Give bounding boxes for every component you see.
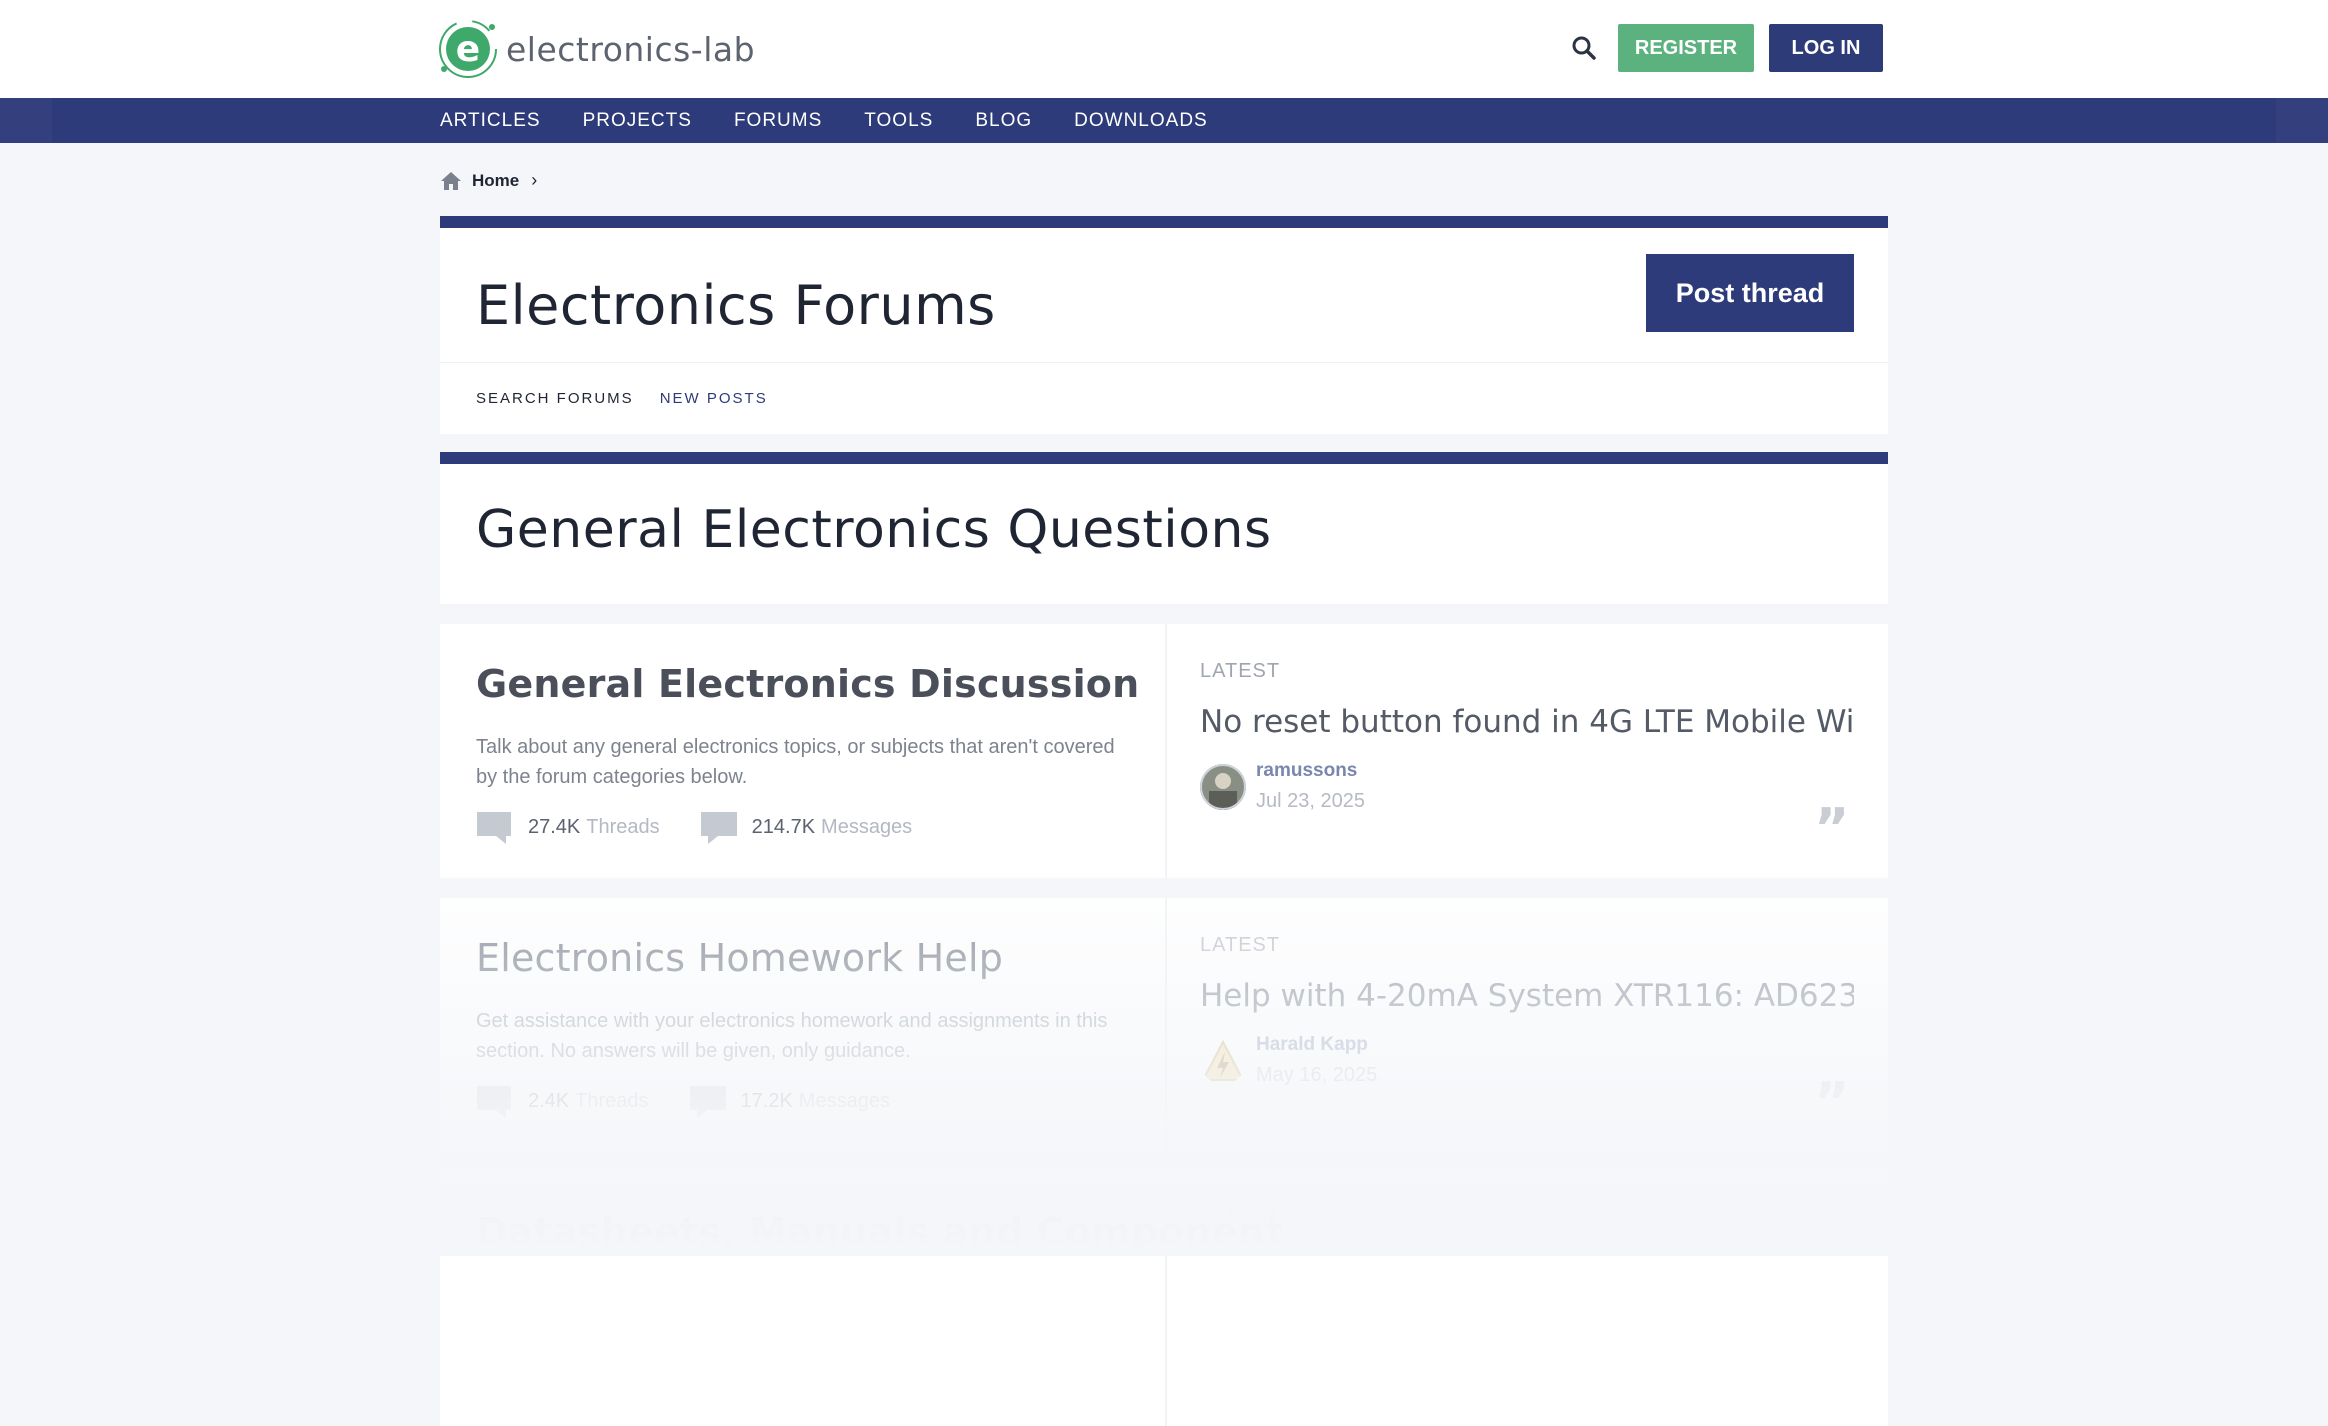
- forum-title[interactable]: General Electronics Discussion: [476, 662, 1139, 706]
- chevron-right-icon: ›: [531, 170, 538, 190]
- latest-label: LATEST: [1200, 1206, 1281, 1228]
- nav-blog[interactable]: BLOG: [975, 110, 1032, 132]
- logo-mark-icon: e: [438, 17, 502, 81]
- latest-thread-link[interactable]: No reset button found in 4G LTE Mobile W…: [1200, 704, 1854, 740]
- messages-icon: [689, 1086, 726, 1118]
- card-accent-bar: [440, 216, 1888, 228]
- search-button[interactable]: [1566, 30, 1602, 66]
- avatar[interactable]: [1200, 764, 1246, 810]
- divider: [440, 362, 1888, 363]
- site-logo[interactable]: e electronics-lab: [438, 16, 755, 82]
- latest-label: LATEST: [1200, 934, 1281, 956]
- quote-icon: ”: [1814, 1071, 1850, 1134]
- search-icon: [1572, 36, 1596, 60]
- svg-text:e: e: [456, 29, 480, 70]
- forum-stats: 27.4K Threads 214.7K Messages: [476, 808, 952, 846]
- forum-row[interactable]: General Electronics Discussion Talk abou…: [440, 624, 1888, 878]
- row-divider: [1165, 624, 1167, 878]
- nav-projects[interactable]: PROJECTS: [583, 110, 692, 132]
- nav-left-shade: [0, 98, 52, 143]
- post-thread-button[interactable]: Post thread: [1646, 254, 1854, 332]
- threads-icon: [477, 1086, 511, 1118]
- forum-row[interactable]: Electronics Homework Help Get assistance…: [440, 898, 1888, 1152]
- row-divider: [1165, 898, 1167, 1152]
- breadcrumb-home[interactable]: Home: [472, 171, 519, 191]
- register-button[interactable]: REGISTER: [1618, 24, 1754, 72]
- messages-label: Messages: [798, 1089, 890, 1112]
- threads-stat: 27.4K Threads: [476, 808, 660, 846]
- latest-thread-link[interactable]: Help with 4-20mA System XTR116: AD623 Of…: [1200, 978, 1854, 1014]
- threads-count: 2.4K: [528, 1089, 570, 1112]
- nav-articles[interactable]: ARTICLES: [440, 110, 541, 132]
- login-button[interactable]: LOG IN: [1769, 24, 1883, 72]
- forum-title[interactable]: Datasheets, Manuals and Component: [476, 1210, 1283, 1254]
- nav-items: ARTICLES PROJECTS FORUMS TOOLS BLOG DOWN…: [440, 98, 1250, 143]
- category-title: General Electronics Questions: [476, 500, 1272, 560]
- home-icon: [441, 171, 461, 190]
- latest-user-link[interactable]: Harald Kapp: [1256, 1034, 1368, 1056]
- latest-date: Jul 23, 2025: [1256, 790, 1365, 812]
- forum-stats: 2.4K Threads 17.2K Messages: [476, 1082, 930, 1120]
- messages-stat: 17.2K Messages: [689, 1082, 890, 1120]
- messages-icon: [700, 812, 737, 844]
- messages-label: Messages: [821, 815, 913, 838]
- forum-description: Get assistance with your electronics hom…: [476, 1010, 1108, 1062]
- latest-user-link[interactable]: ramussons: [1256, 760, 1357, 782]
- card-accent-bar: [440, 452, 1888, 464]
- category-header-card: General Electronics Questions: [440, 452, 1888, 604]
- threads-count: 27.4K: [528, 815, 581, 838]
- messages-count: 214.7K: [751, 815, 816, 838]
- forum-header-card: Electronics Forums Post thread SEARCH FO…: [440, 216, 1888, 434]
- nav-right-shade: [2276, 98, 2328, 143]
- nav-forums[interactable]: FORUMS: [734, 110, 822, 132]
- latest-date: May 16, 2025: [1256, 1064, 1378, 1086]
- threads-stat: 2.4K Threads: [476, 1082, 649, 1120]
- page-title: Electronics Forums: [476, 274, 996, 337]
- new-posts-link[interactable]: NEW POSTS: [660, 390, 768, 407]
- avatar[interactable]: [1200, 1038, 1246, 1084]
- top-header: e electronics-lab REGISTER LOG IN: [0, 0, 2328, 98]
- nav-downloads[interactable]: DOWNLOADS: [1074, 110, 1208, 132]
- forum-row[interactable]: Datasheets, Manuals and Component LATEST: [440, 1172, 1888, 1426]
- search-forums-link[interactable]: SEARCH FORUMS: [476, 390, 634, 407]
- threads-label: Threads: [575, 1089, 649, 1112]
- main-nav: ARTICLES PROJECTS FORUMS TOOLS BLOG DOWN…: [0, 98, 2328, 143]
- forum-description: Talk about any general electronics topic…: [476, 736, 1115, 788]
- messages-count: 17.2K: [740, 1089, 793, 1112]
- forum-title[interactable]: Electronics Homework Help: [476, 936, 1003, 980]
- threads-icon: [477, 812, 511, 844]
- quote-icon: ”: [1814, 797, 1850, 860]
- messages-stat: 214.7K Messages: [700, 808, 913, 846]
- warning-avatar-icon: [1200, 1038, 1246, 1084]
- nav-tools[interactable]: TOOLS: [864, 110, 933, 132]
- forum-subnav: SEARCH FORUMS NEW POSTS: [476, 390, 794, 407]
- latest-label: LATEST: [1200, 660, 1281, 682]
- threads-label: Threads: [586, 815, 660, 838]
- breadcrumb: Home ›: [440, 170, 537, 191]
- logo-text: electronics-lab: [506, 29, 756, 69]
